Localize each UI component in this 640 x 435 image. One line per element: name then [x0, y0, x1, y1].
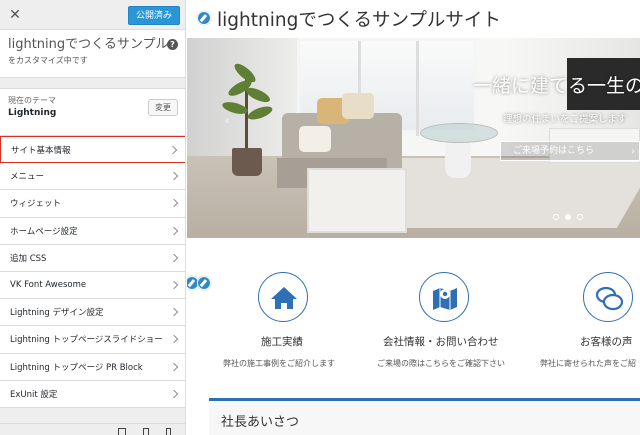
hero-image-ottoman: [307, 168, 407, 233]
menu-item-widgets[interactable]: ウィジェット: [0, 190, 185, 218]
menu-item-exunit[interactable]: ExUnit 設定: [0, 380, 185, 408]
customizer-site-title: lightningでつくるサンプルサイト: [8, 37, 168, 52]
menu-item-label: メニュー: [10, 172, 45, 183]
service-desc: 弊社の施工事例をご紹介します: [223, 359, 335, 368]
menu-item-label: 追加 CSS: [10, 253, 47, 264]
hero-cta-button[interactable]: ご来場予約はこちら ›: [500, 141, 640, 161]
current-theme-panel: 現在のテーマ Lightning 変更: [0, 88, 185, 136]
hero-cta-label: ご来場予約はこちら: [513, 146, 595, 156]
preview-header: lightningでつくるサンプルサイト: [187, 0, 640, 38]
service-title[interactable]: 会社情報・お問い合わせ: [383, 334, 499, 349]
chevron-right-icon: [169, 307, 179, 317]
customizer-sidebar: ✕ 公開済み lightningでつくるサンプルサイト ? をカスタマイズ中です…: [0, 0, 186, 435]
menu-item-label: Lightning トップページスライドショー: [10, 335, 163, 346]
section-title: 社長あいさつ: [221, 415, 300, 430]
customizing-label: をカスタマイズ中です: [8, 56, 88, 65]
service-title[interactable]: お客様の声: [580, 334, 633, 349]
menu-item-slideshow[interactable]: Lightning トップページスライドショー: [0, 326, 185, 354]
change-theme-button[interactable]: 変更: [148, 99, 178, 116]
chevron-right-icon: [169, 335, 179, 344]
slide-dot[interactable]: [553, 214, 559, 220]
preview-site-title[interactable]: lightningでつくるサンプルサイト: [217, 6, 501, 32]
menu-item-design-settings[interactable]: Lightning デザイン設定: [0, 299, 185, 327]
chevron-right-icon: [169, 389, 179, 399]
hero-image-table: [420, 123, 498, 143]
menu-item-site-identity[interactable]: サイト基本情報: [0, 136, 185, 164]
menu-item-additional-css[interactable]: 追加 CSS: [0, 244, 185, 272]
chevron-right-icon: [169, 280, 179, 290]
customizer-info: lightningでつくるサンプルサイト ? をカスタマイズ中です: [0, 30, 185, 78]
service-icon-circle[interactable]: [258, 272, 308, 322]
close-icon: ✕: [9, 7, 21, 23]
site-preview: lightningでつくるサンプルサイト 一緒に建てる一生の 理想の住まいをご提…: [187, 0, 640, 435]
menu-item-label: ExUnit 設定: [10, 389, 58, 400]
service-title[interactable]: 施工実績: [261, 334, 303, 349]
hero-image-pot: [232, 148, 262, 176]
menu-item-menus[interactable]: メニュー: [0, 163, 185, 191]
menu-item-label: Lightning デザイン設定: [10, 308, 104, 319]
slide-dot-active[interactable]: [565, 214, 571, 220]
hero-sub-copy: 理想の住まいをご提案します: [503, 114, 627, 125]
chevron-right-icon: [169, 172, 179, 181]
edit-shortcut-icon[interactable]: [197, 276, 211, 290]
menu-item-label: VK Font Awesome: [10, 280, 87, 291]
menu-item-font-awesome[interactable]: VK Font Awesome: [0, 271, 185, 300]
customizer-header: ✕ 公開済み: [0, 0, 185, 30]
slide-dot[interactable]: [577, 214, 583, 220]
menu-item-label: サイト基本情報: [11, 145, 71, 156]
menu-item-label: ウィジェット: [10, 199, 62, 210]
service-icon-circle[interactable]: [419, 272, 469, 322]
menu-item-pr-block[interactable]: Lightning トップページ PR Block: [0, 353, 185, 381]
hero-catch-copy: 一緒に建てる一生の: [473, 75, 640, 97]
map-icon: [433, 288, 457, 310]
help-icon[interactable]: ?: [167, 39, 178, 50]
chevron-right-icon: [169, 253, 179, 263]
chevron-right-icon: [168, 145, 178, 154]
menu-item-label: ホームページ設定: [10, 226, 78, 237]
service-desc: ご来場の際はこちらをご確認下さい: [377, 359, 505, 368]
chevron-right-icon: [169, 199, 179, 208]
slide-prev-button[interactable]: ‹: [225, 114, 229, 127]
customizer-menu: サイト基本情報 メニュー ウィジェット ホームページ設定 追加 CSS VK F…: [0, 136, 185, 408]
service-desc: 弊社に寄せられた声をご紹: [540, 359, 636, 368]
section-box: 社長あいさつ: [209, 398, 640, 435]
comments-icon: [595, 286, 624, 311]
tablet-preview-icon[interactable]: [143, 428, 149, 435]
chevron-right-icon: [169, 362, 179, 371]
chevron-right-icon: [169, 226, 179, 235]
hero-slideshow: 一緒に建てる一生の 理想の住まいをご提案します ご来場予約はこちら › ‹: [187, 38, 640, 238]
chevron-right-icon: ›: [631, 147, 635, 157]
menu-item-homepage-settings[interactable]: ホームページ設定: [0, 217, 185, 245]
menu-item-label: Lightning トップページ PR Block: [10, 362, 143, 373]
close-button[interactable]: ✕: [0, 0, 30, 30]
publish-button[interactable]: 公開済み: [127, 6, 180, 25]
edit-shortcut-icon[interactable]: [197, 11, 211, 25]
customizer-footer: [0, 423, 185, 435]
home-icon: [271, 287, 297, 309]
mobile-preview-icon[interactable]: [166, 428, 171, 435]
service-icon-circle[interactable]: [583, 272, 633, 322]
desktop-preview-icon[interactable]: [118, 428, 126, 435]
